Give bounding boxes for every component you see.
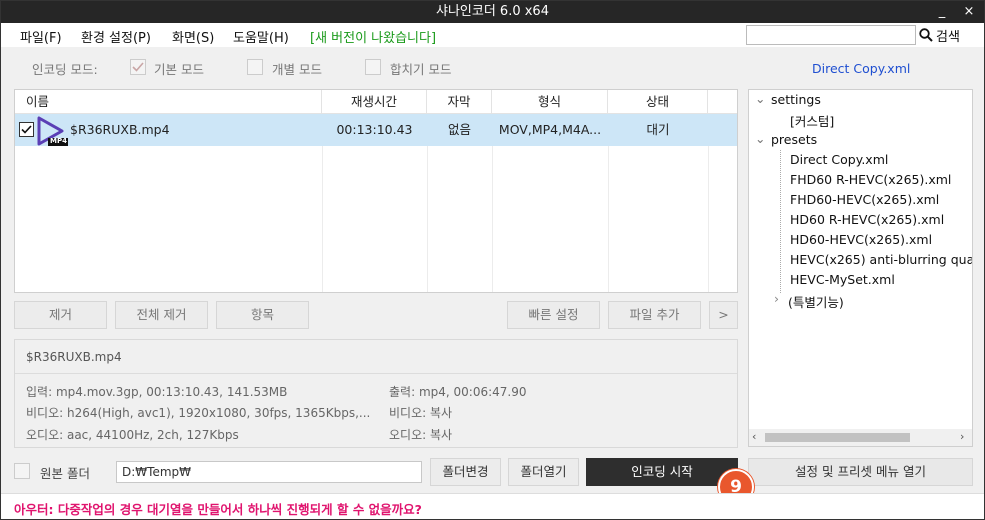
info-input: 입력: mp4.mov.3gp, 00:13:10.43, 141.53MB <box>26 385 288 399</box>
info-audio-in: 오디오: aac, 44100Hz, 2ch, 127Kbps <box>26 428 239 442</box>
title-bar: 샤나인코더 6.0 x64 _ × <box>1 1 984 23</box>
mode-label: 인코딩 모드: <box>32 62 98 77</box>
change-folder-button[interactable]: 폴더변경 <box>430 458 501 486</box>
chevron-right-icon[interactable]: › <box>774 291 779 306</box>
individual-mode-checkbox[interactable] <box>247 59 263 75</box>
status-message: 아우터: 다중작업의 경우 대기열을 만들어서 하나씩 진행되게 할 수 없을까… <box>14 502 422 517</box>
menu-help[interactable]: 도움말(H) <box>233 27 289 46</box>
minimize-button[interactable]: _ <box>930 1 954 23</box>
tree-item-preset[interactable]: HEVC(x265) anti-blurring quality <box>790 252 972 267</box>
close-button[interactable]: × <box>957 1 981 23</box>
info-output: 출력: mp4, 00:06:47.90 <box>389 385 527 399</box>
quick-settings-button[interactable]: 빠른 설정 <box>507 301 600 329</box>
app-window: 샤나인코더 6.0 x64 _ × 파일(F) 환경 설정(P) 화면(S) 도… <box>0 0 985 520</box>
tree-item-preset[interactable]: HEVC-MySet.xml <box>790 272 895 287</box>
row-checkbox[interactable] <box>19 122 34 137</box>
row-duration: 00:13:10.43 <box>336 122 413 137</box>
original-folder-checkbox[interactable] <box>14 463 30 479</box>
table-row[interactable]: MP4 $R36RUXB.mp4 00:13:10.43 없음 MOV,MP4,… <box>15 114 737 146</box>
tree-node-special[interactable]: (특별기능) <box>788 292 844 311</box>
output-folder-input[interactable]: D:₩Temp₩ <box>116 461 422 483</box>
info-video-out: 비디오: 복사 <box>389 406 453 420</box>
column-name[interactable]: 이름 <box>15 90 322 114</box>
search-button[interactable]: 검색 <box>919 25 960 45</box>
column-duration[interactable]: 재생시간 <box>322 90 427 114</box>
tree-guide <box>780 150 781 293</box>
file-type-label: MP4 <box>50 137 67 145</box>
start-encoding-button[interactable]: 인코딩 시작 <box>586 458 738 486</box>
column-subtitle[interactable]: 자막 <box>427 90 492 114</box>
merge-mode-label: 합치기 모드 <box>390 62 452 77</box>
scroll-right-icon[interactable]: › <box>960 430 964 443</box>
basic-mode-label: 기본 모드 <box>154 62 204 77</box>
row-subtitle: 없음 <box>447 122 471 137</box>
tree-node-custom[interactable]: [커스텀] <box>790 111 834 130</box>
add-file-button[interactable]: 파일 추가 <box>608 301 701 329</box>
search-input[interactable] <box>746 25 916 45</box>
row-status: 대기 <box>646 122 670 137</box>
checkmark-icon <box>21 125 32 134</box>
search-icon <box>919 28 933 42</box>
original-folder-label: 원본 폴더 <box>40 466 90 481</box>
items-button[interactable]: 항목 <box>216 301 309 329</box>
menu-settings[interactable]: 환경 설정(P) <box>81 27 151 46</box>
open-settings-menu-button[interactable]: 설정 및 프리셋 메뉴 열기 <box>748 458 973 486</box>
menu-file[interactable]: 파일(F) <box>20 27 62 46</box>
basic-mode-checkbox[interactable] <box>130 59 146 75</box>
menu-view[interactable]: 화면(S) <box>172 27 214 46</box>
chevron-down-icon[interactable]: ⌄ <box>755 131 765 146</box>
row-format: MOV,MP4,M4A... <box>498 122 602 137</box>
info-filename: $R36RUXB.mp4 <box>26 350 122 364</box>
tree-item-preset[interactable]: Direct Copy.xml <box>790 152 888 167</box>
file-queue-table[interactable]: 이름 재생시간 자막 형식 상태 MP4 $R36RUXB.mp4 00:13:… <box>14 89 738 293</box>
window-title: 샤나인코더 6.0 x64 <box>436 4 549 19</box>
horizontal-scrollbar[interactable]: ‹ › <box>749 429 972 446</box>
file-info-panel: $R36RUXB.mp4 입력: mp4.mov.3gp, 00:13:10.4… <box>14 339 738 448</box>
remove-button[interactable]: 제거 <box>14 301 107 329</box>
open-folder-button[interactable]: 폴더열기 <box>508 458 579 486</box>
table-header: 이름 재생시간 자막 형식 상태 <box>15 90 737 114</box>
individual-mode-label: 개별 모드 <box>272 62 322 77</box>
column-divider <box>427 146 428 292</box>
current-preset-label: Direct Copy.xml <box>812 61 911 76</box>
column-divider <box>322 146 323 292</box>
video-file-icon: MP4 <box>35 116 69 146</box>
scrollbar-thumb[interactable] <box>765 433 910 442</box>
more-button[interactable]: > <box>709 301 738 329</box>
checkmark-icon <box>132 62 144 72</box>
column-divider <box>708 146 709 292</box>
tree-item-preset[interactable]: FHD60 R-HEVC(x265).xml <box>790 172 951 187</box>
status-bar: 아우터: 다중작업의 경우 대기열을 만들어서 하나씩 진행되게 할 수 없을까… <box>1 493 984 519</box>
merge-mode-checkbox[interactable] <box>365 59 381 75</box>
tree-item-preset[interactable]: FHD60-HEVC(x265).xml <box>790 192 939 207</box>
preset-tree[interactable]: ⌄ settings [커스텀] ⌄ presets Direct Copy.x… <box>748 89 973 447</box>
divider <box>15 373 737 374</box>
tree-node-settings[interactable]: settings <box>771 92 821 107</box>
search-label: 검색 <box>936 29 960 45</box>
chevron-down-icon[interactable]: ⌄ <box>755 91 765 106</box>
column-divider <box>492 146 493 292</box>
row-filename: $R36RUXB.mp4 <box>70 122 170 137</box>
scroll-left-icon[interactable]: ‹ <box>752 430 756 443</box>
info-audio-out: 오디오: 복사 <box>389 428 453 442</box>
column-status[interactable]: 상태 <box>608 90 708 114</box>
tree-item-preset[interactable]: HD60 R-HEVC(x265).xml <box>790 212 944 227</box>
tree-node-presets[interactable]: presets <box>771 132 817 147</box>
column-divider <box>608 146 609 292</box>
tree-item-preset[interactable]: HD60-HEVC(x265).xml <box>790 232 932 247</box>
column-format[interactable]: 형식 <box>492 90 608 114</box>
remove-all-button[interactable]: 전체 제거 <box>115 301 208 329</box>
new-version-link[interactable]: [새 버전이 나왔습니다] <box>310 27 436 46</box>
info-video-in: 비디오: h264(High, avc1), 1920x1080, 30fps,… <box>26 406 371 420</box>
